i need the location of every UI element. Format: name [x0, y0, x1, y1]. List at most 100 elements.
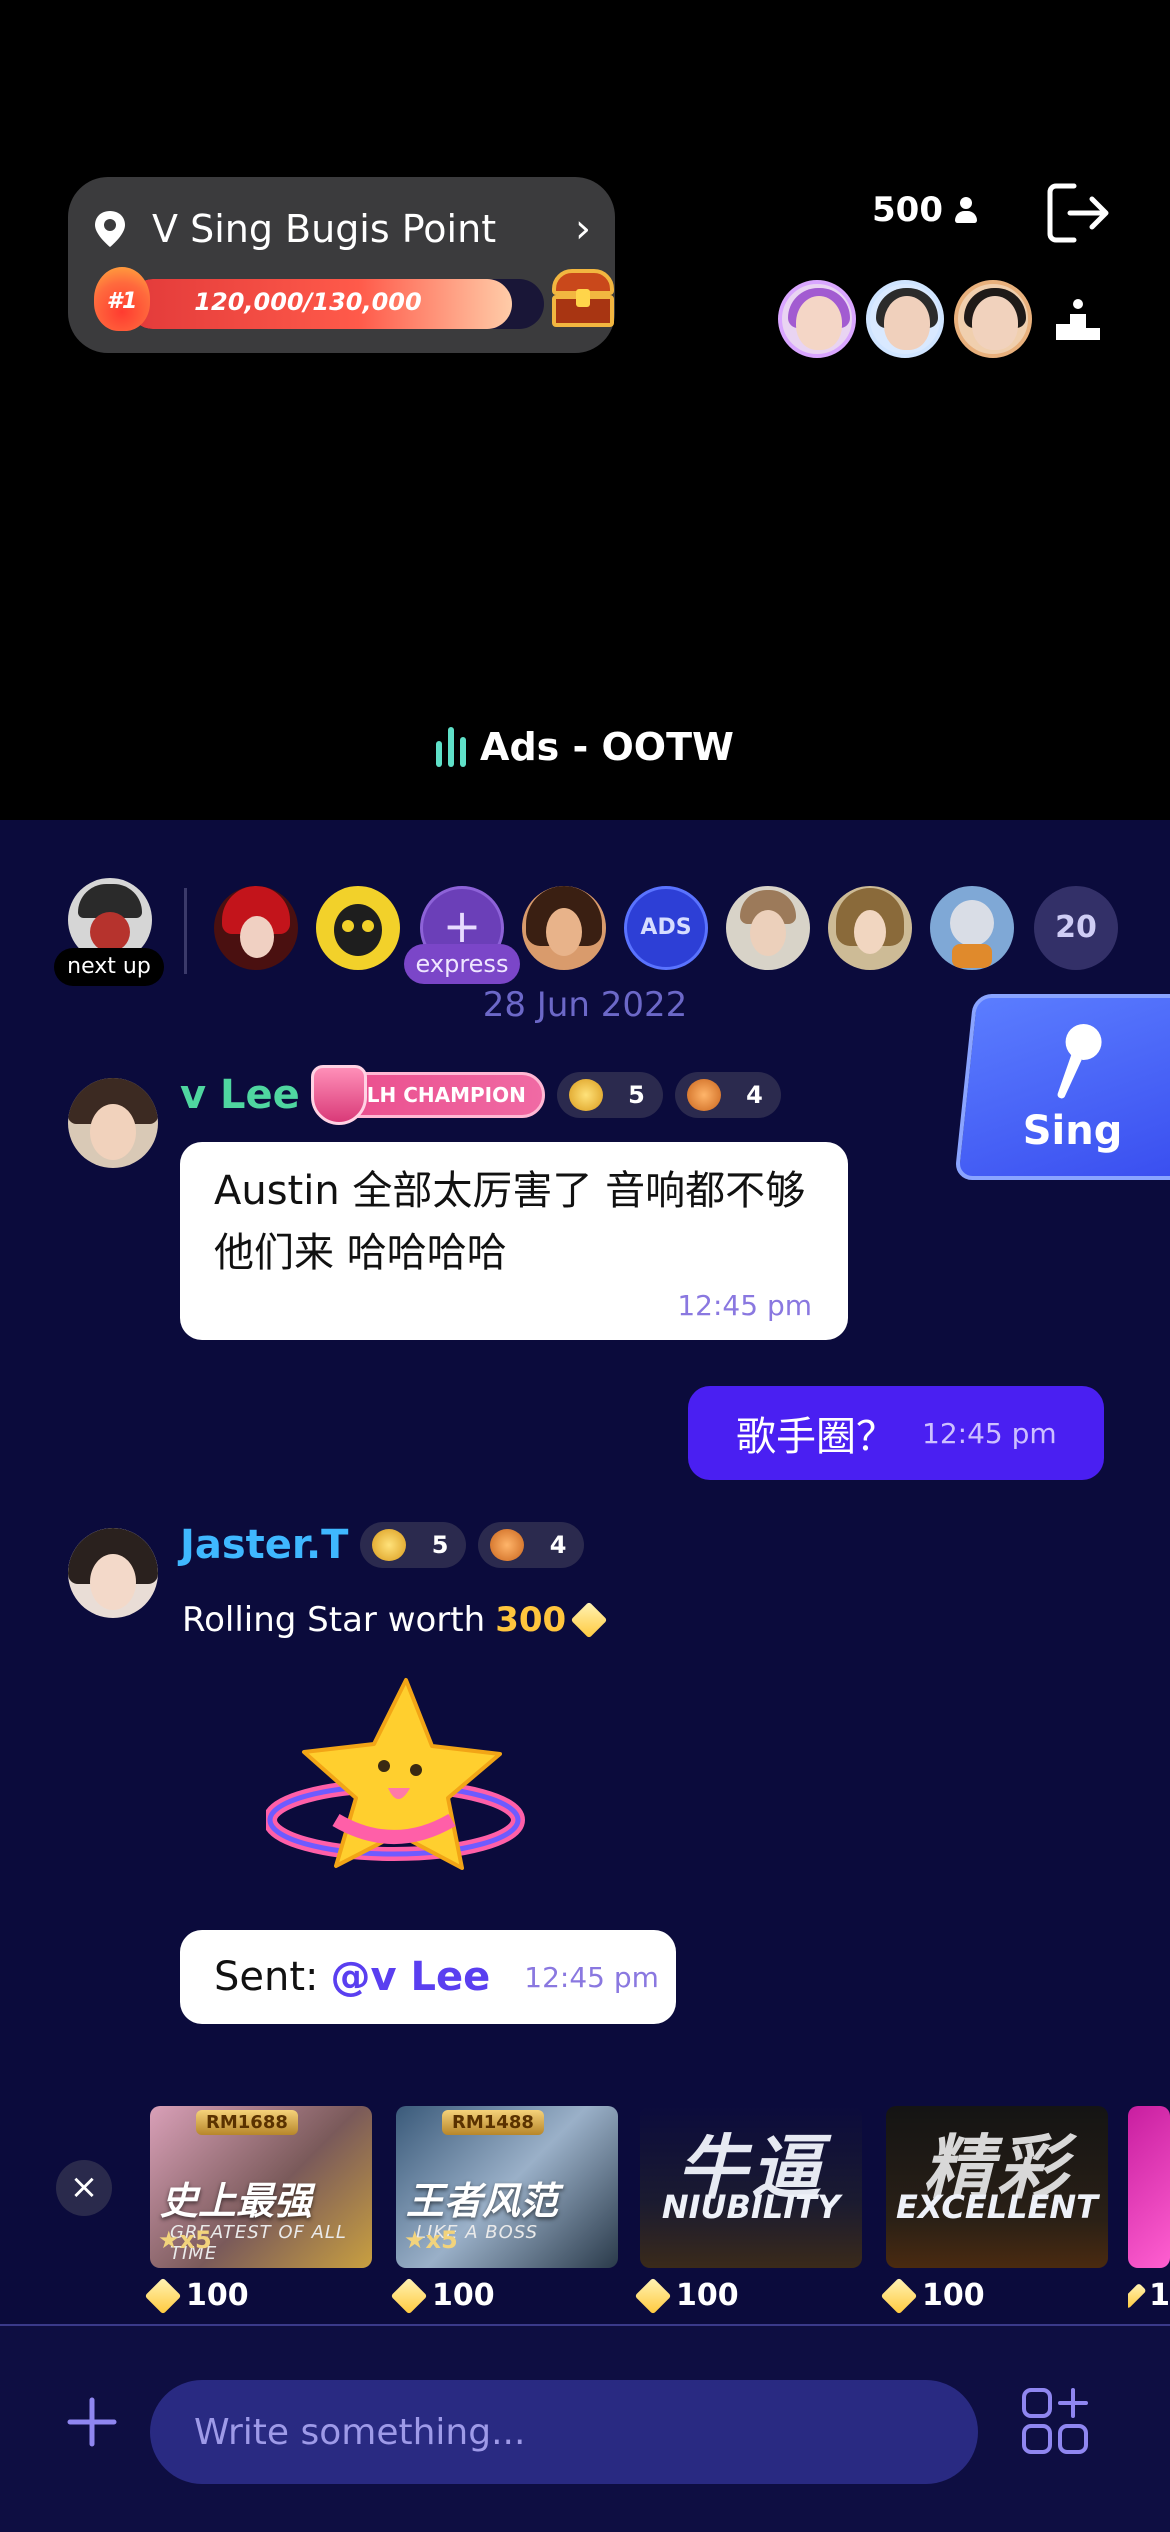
viewer-count[interactable]: 500 [872, 190, 977, 230]
gift-multiplier-value: x5 [425, 2226, 458, 2254]
supporter-avatar[interactable] [778, 280, 856, 358]
gift-name: Rolling Star worth [182, 1600, 486, 1640]
composer-bar [0, 2326, 1170, 2532]
queue-count[interactable]: 20 [1034, 886, 1118, 970]
queue-avatar[interactable] [214, 886, 298, 970]
close-icon[interactable]: × [56, 2160, 112, 2216]
gift-title: 王者风范 [406, 2179, 559, 2223]
user-avatar[interactable] [68, 1528, 158, 1618]
queue-avatar[interactable] [316, 886, 400, 970]
gift-tag: RM1688 [196, 2110, 298, 2135]
location-pin-icon [95, 211, 125, 247]
diamond-icon [570, 1601, 608, 1639]
rank-label: #1 [106, 289, 138, 314]
level-value: 5 [431, 1531, 449, 1559]
gift-tag: RM1488 [442, 2110, 544, 2135]
wealth-level-icon [372, 1529, 407, 1561]
username[interactable]: v Lee [180, 1072, 300, 1118]
level-value: 4 [549, 1531, 567, 1559]
gift-multiplier-value: x5 [179, 2226, 212, 2254]
gift-price-value: 100 [186, 2278, 249, 2313]
queue-avatar[interactable] [828, 886, 912, 970]
venue-name: V Sing Bugis Point [152, 207, 497, 251]
exit-icon[interactable] [1044, 180, 1114, 246]
my-message-bubble[interactable]: 歌手圈？ 12:45 pm [688, 1386, 1104, 1480]
chat-panel: next up + express ADS 20 28 Jun 2022 Sin… [0, 820, 1170, 2532]
user-avatar[interactable] [68, 1078, 158, 1168]
diamond-icon [390, 2277, 428, 2314]
gift-card-greatest[interactable]: RM1688 史上最强 GREATEST OF ALL TIME ★x5 [150, 2106, 372, 2268]
message-bubble[interactable]: Austin 全部太厉害了 音响都不够他们来 哈哈哈哈 12:45 pm [180, 1142, 848, 1340]
viewer-count-value: 500 [872, 190, 943, 230]
top-supporters[interactable] [778, 280, 1032, 358]
stream-title-text: Ads - OOTW [480, 725, 734, 769]
treasure-chest-icon[interactable] [548, 267, 618, 329]
diamond-icon [144, 2277, 182, 2314]
queue-divider [184, 888, 187, 974]
level-badge: 4 [674, 1072, 781, 1118]
gift-price: 100 [144, 2277, 249, 2314]
gift-english-title: EXCELLENT [896, 2188, 1098, 2226]
mention-link[interactable]: @v Lee [331, 1946, 491, 2008]
person-icon [954, 197, 977, 223]
champion-emblem-icon [310, 1065, 367, 1125]
live-stage: V Sing Bugis Point › 120,000/130,000 #1 … [0, 0, 1170, 820]
gift-price: 100 [390, 2277, 495, 2314]
queue-avatar[interactable] [930, 886, 1014, 970]
gift-price: 1 [1128, 2278, 1170, 2313]
leaderboard-icon[interactable] [1056, 298, 1100, 340]
gift-multiplier: ★x5 [158, 2226, 212, 2254]
message-time: 12:45 pm [677, 1289, 812, 1322]
gift-card-boss[interactable]: RM1488 王者风范 LIKE A BOSS ★x5 [396, 2106, 618, 2268]
diamond-icon [1128, 2282, 1147, 2309]
gift-price-value: 1 [1149, 2278, 1170, 2313]
apps-grid-icon[interactable] [1020, 2386, 1090, 2456]
singer-level-icon [686, 1079, 721, 1111]
sing-label: Sing [1022, 1108, 1123, 1154]
level-value: 4 [746, 1081, 763, 1109]
username[interactable]: Jaster.T [180, 1522, 348, 1568]
diamond-icon [634, 2277, 672, 2314]
supporter-avatar[interactable] [954, 280, 1032, 358]
gift-title: 史上最强 [160, 2179, 313, 2223]
level-value: 5 [628, 1081, 645, 1109]
gift-price-value: 100 [922, 2278, 985, 2313]
gift-price-value: 100 [432, 2278, 495, 2313]
gift-card-partial[interactable] [1128, 2106, 1170, 2268]
gift-price: 100 [880, 2277, 985, 2314]
champion-badge: LH CHAMPION [310, 1065, 545, 1125]
champion-badge-label: LH CHAMPION [366, 1083, 526, 1107]
sing-button[interactable]: Sing [954, 994, 1170, 1180]
sent-label: Sent: [214, 1954, 319, 2000]
diamond-icon [880, 2277, 918, 2314]
gift-card-niubility[interactable]: 牛逼 NIUBILITY [640, 2106, 862, 2268]
supporter-avatar[interactable] [866, 280, 944, 358]
gift-english-title: NIUBILITY [661, 2188, 841, 2226]
queue-avatar[interactable] [726, 886, 810, 970]
plus-icon[interactable] [64, 2394, 120, 2450]
level-badge: 4 [478, 1522, 585, 1568]
gift-card-excellent[interactable]: 精彩 EXCELLENT [886, 2106, 1108, 2268]
singer-queue: next up + express ADS 20 [0, 850, 1170, 986]
level-badge: 5 [556, 1072, 663, 1118]
queue-avatar[interactable] [522, 886, 606, 970]
wealth-level-icon [568, 1079, 603, 1111]
level-badge: 5 [360, 1522, 467, 1568]
stream-title: Ads - OOTW [0, 725, 1170, 769]
gift-amount: 300 [495, 1600, 567, 1640]
message-text: Austin 全部太厉害了 音响都不够他们来 哈哈哈哈 [214, 1168, 806, 1276]
venue-row[interactable]: V Sing Bugis Point › [92, 199, 591, 259]
next-up-label: next up [54, 948, 164, 986]
message-time: 12:45 pm [524, 1960, 659, 1994]
ads-avatar[interactable]: ADS [624, 886, 708, 970]
venue-card[interactable]: V Sing Bugis Point › 120,000/130,000 #1 [68, 177, 615, 353]
message-header: v Lee LH CHAMPION 5 4 [180, 1065, 781, 1125]
message-input[interactable] [150, 2380, 978, 2484]
singer-level-icon [490, 1529, 525, 1561]
gift-multiplier: ★x5 [404, 2226, 458, 2254]
microphone-icon [1057, 1024, 1102, 1099]
gift-price: 100 [634, 2277, 739, 2314]
rank-flame-icon: #1 [94, 267, 150, 331]
progress-track: 120,000/130,000 [128, 279, 544, 329]
gift-sent-bubble[interactable]: Sent: @v Lee 12:45 pm [180, 1930, 676, 2024]
